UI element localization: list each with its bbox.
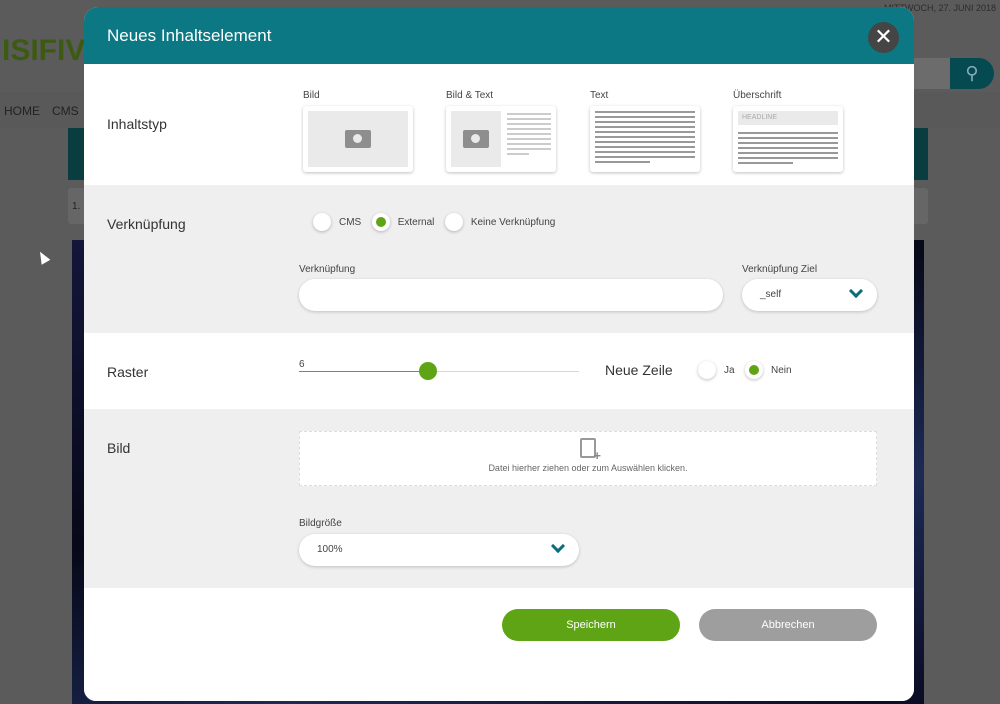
- radio-label: Ja: [724, 364, 735, 376]
- mouse-cursor-icon: [35, 249, 51, 265]
- radio-external[interactable]: [371, 213, 390, 231]
- target-value: _self: [760, 289, 782, 300]
- slider-thumb[interactable]: [418, 362, 437, 380]
- save-button[interactable]: Speichern: [502, 609, 680, 641]
- url-field-label: Verknüpfung: [299, 264, 356, 275]
- type-option-bild[interactable]: Bild: [303, 90, 413, 172]
- image-label: Bild: [107, 440, 131, 456]
- target-field-label: Verknüpfung Ziel: [742, 264, 818, 275]
- background-search-input: [910, 58, 950, 89]
- image-size-value: 100%: [317, 544, 343, 555]
- radio-label: External: [397, 216, 435, 228]
- radio-label: CMS: [339, 216, 362, 228]
- headline-preview: HEADLINE: [738, 111, 838, 125]
- link-label: Verknüpfung: [107, 216, 186, 232]
- chevron-down-icon: [550, 538, 566, 554]
- close-icon[interactable]: ✕: [868, 22, 899, 53]
- target-select[interactable]: _self: [742, 279, 877, 311]
- background-card-text: 1.: [72, 201, 81, 212]
- type-label: Text: [590, 90, 609, 101]
- file-dropzone[interactable]: + Datei hierher ziehen oder zum Auswähle…: [299, 431, 877, 486]
- image-size-select[interactable]: 100%: [299, 534, 579, 566]
- section-image: Bild + Datei hierher ziehen oder zum Aus…: [84, 409, 914, 588]
- section-content-type: Inhaltstyp Bild Bild & Text Text Übersch…: [84, 64, 914, 185]
- grid-slider[interactable]: [299, 362, 579, 380]
- radio-label: Keine Verknüpfung: [470, 216, 556, 228]
- section-link: Verknüpfung CMS External Keine Verknüpfu…: [84, 185, 914, 333]
- grid-label: Raster: [107, 364, 149, 380]
- nav-cms: CMS: [52, 104, 79, 118]
- new-content-element-dialog: Neues Inhaltselement ✕ Inhaltstyp Bild B…: [84, 7, 914, 701]
- background-logo: ISIFIV: [2, 34, 86, 67]
- type-label: Bild & Text: [446, 90, 494, 101]
- cancel-button[interactable]: Abbrechen: [699, 609, 877, 641]
- radio-keine-verknuepfung[interactable]: [444, 213, 463, 231]
- radio-cms[interactable]: [313, 213, 331, 231]
- type-option-text[interactable]: Text: [590, 90, 700, 172]
- dialog-footer: Speichern Abbrechen: [84, 588, 914, 701]
- nav-home: HOME: [4, 104, 40, 118]
- section-grid: Raster 6 Neue Zeile Ja Nein: [84, 333, 914, 409]
- dialog-header: Neues Inhaltselement: [84, 7, 914, 64]
- radio-nein[interactable]: [745, 361, 764, 379]
- new-row-label: Neue Zeile: [605, 362, 673, 378]
- link-type-radio-group: CMS External Keine Verknüpfung: [313, 213, 561, 231]
- slider-value: 6: [299, 359, 305, 370]
- type-label: Bild: [303, 90, 320, 101]
- type-option-ueberschrift[interactable]: Überschrift HEADLINE: [733, 90, 843, 172]
- radio-label: Nein: [771, 364, 792, 376]
- content-type-label: Inhaltstyp: [107, 116, 167, 132]
- slider-fill: [299, 371, 428, 372]
- image-size-label: Bildgröße: [299, 518, 342, 529]
- camera-icon: [345, 130, 371, 148]
- dialog-title: Neues Inhaltselement: [107, 25, 272, 45]
- search-icon: ⚲: [950, 58, 994, 89]
- url-input[interactable]: [299, 279, 723, 311]
- dropzone-text: Datei hierher ziehen oder zum Auswählen …: [488, 463, 688, 473]
- type-label: Überschrift: [733, 90, 782, 101]
- camera-icon: [463, 130, 489, 148]
- new-row-radio-group: Ja Nein: [698, 361, 798, 379]
- radio-ja[interactable]: [698, 361, 716, 379]
- file-add-icon: +: [580, 438, 601, 462]
- background-nav: HOME CMS: [4, 104, 79, 118]
- type-option-bild-text[interactable]: Bild & Text: [446, 90, 556, 172]
- chevron-down-icon: [848, 283, 864, 299]
